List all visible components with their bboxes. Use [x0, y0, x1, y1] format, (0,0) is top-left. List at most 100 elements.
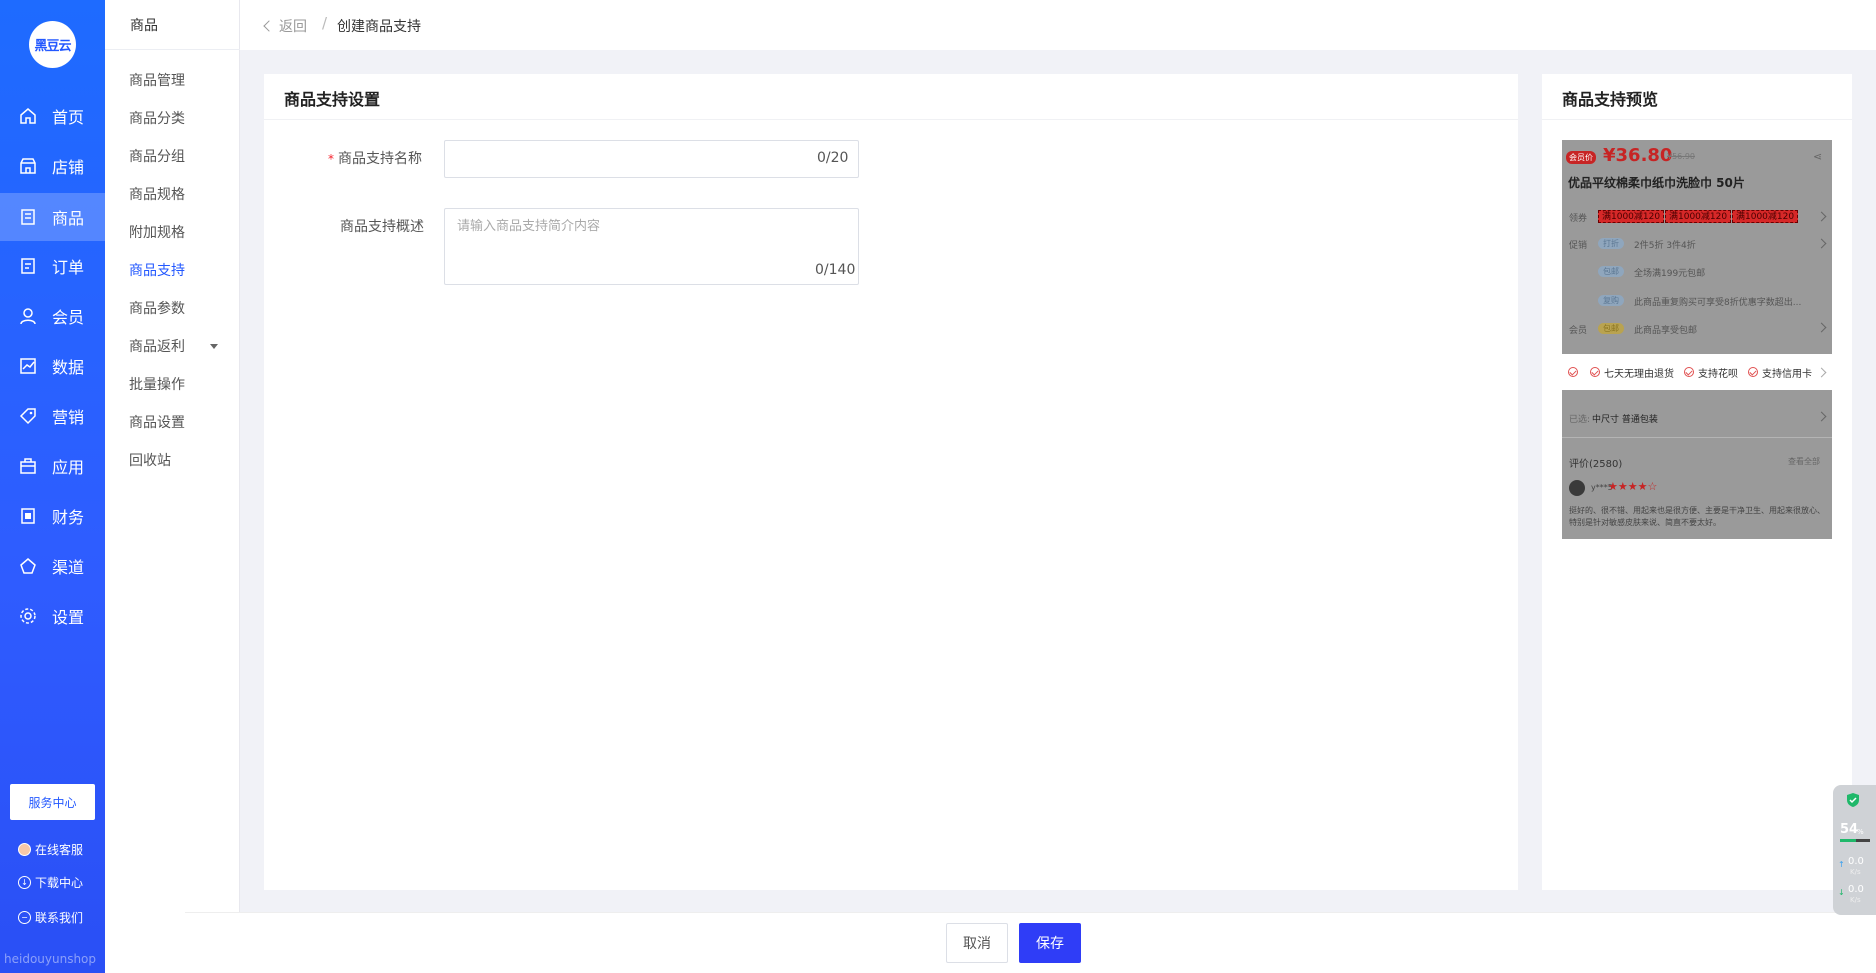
- nav-item-label: 营销: [52, 408, 85, 427]
- contact-us-link[interactable]: − 联系我们: [18, 909, 103, 926]
- store-icon: [18, 156, 38, 176]
- download-center-link[interactable]: ↓ 下载中心: [18, 874, 103, 891]
- upload-arrow-icon: ↑: [1838, 860, 1845, 869]
- subnav-item-goods-group[interactable]: 商品分组: [129, 146, 185, 166]
- nav-item-home[interactable]: 首页: [0, 93, 105, 139]
- nav-item-settings[interactable]: 设置: [0, 593, 105, 639]
- desc-placeholder: 请输入商品支持简介内容: [457, 219, 601, 234]
- promo-pill: 打折: [1598, 238, 1624, 249]
- nav-item-finance[interactable]: 财务: [0, 493, 105, 539]
- breadcrumb-separator: /: [322, 14, 328, 32]
- divider: [1542, 119, 1852, 120]
- review-view-all: 查看全部: [1788, 457, 1820, 466]
- tag-icon: [18, 406, 38, 426]
- promo-text: 全场满199元包邮: [1634, 269, 1706, 279]
- nav-item-label: 设置: [52, 608, 85, 627]
- download-arrow-icon: ↓: [1838, 888, 1845, 897]
- net-percent-unit: %: [1857, 828, 1864, 836]
- order-icon: [18, 256, 38, 276]
- member-text: 此商品享受包邮: [1634, 326, 1698, 336]
- subnav-item-goods-settings[interactable]: 商品设置: [129, 412, 185, 432]
- check-circle-icon: [1684, 367, 1694, 377]
- coupon-chip: 满1000减120: [1598, 210, 1665, 223]
- service-center-button[interactable]: 服务中心: [10, 784, 95, 820]
- app-icon: [18, 456, 38, 476]
- subnav-item-goods-params[interactable]: 商品参数: [129, 298, 185, 318]
- goods-icon: [18, 207, 38, 227]
- member-pill: 包邮: [1598, 323, 1624, 334]
- check-circle-icon: [1590, 367, 1600, 377]
- share-icon: ⋖: [1813, 150, 1823, 163]
- nav-item-channels[interactable]: 渠道: [0, 543, 105, 589]
- subnav-item-goods-support[interactable]: 商品支持: [129, 260, 185, 280]
- form-card: [264, 74, 1518, 890]
- nav-item-apps[interactable]: 应用: [0, 443, 105, 489]
- top-bar: [240, 0, 1876, 50]
- nav-item-label: 店铺: [52, 158, 85, 177]
- nav-item-orders[interactable]: 订单: [0, 243, 105, 289]
- nav-item-label: 首页: [52, 108, 85, 127]
- chevron-left-icon: [263, 20, 275, 32]
- divider: [105, 49, 240, 50]
- online-support-link[interactable]: 在线客服: [18, 841, 103, 858]
- nav-item-goods[interactable]: 商品: [0, 193, 105, 241]
- check-circle-icon: [1748, 367, 1758, 377]
- subnav-item-extra-spec[interactable]: 附加规格: [129, 222, 185, 242]
- chevron-down-icon[interactable]: [210, 344, 218, 349]
- nav-item-label: 会员: [52, 308, 85, 327]
- review-text: 挺好的、很不错、用起来也是很方便、主要是干净卫生、用起来很放心、特别是针对敏感皮…: [1569, 506, 1825, 527]
- promo-pill: 复购: [1598, 295, 1624, 306]
- subnav-item-goods-manage[interactable]: 商品管理: [129, 70, 185, 90]
- name-char-counter: 0/20: [817, 150, 849, 166]
- breadcrumb-current: 创建商品支持: [337, 19, 421, 35]
- nav-item-members[interactable]: 会员: [0, 293, 105, 339]
- form-card-title: 商品支持设置: [284, 90, 381, 109]
- save-button[interactable]: 保存: [1019, 923, 1081, 963]
- preview-product-name: 优品平纹棉柔巾纸巾洗脸巾 50片: [1568, 176, 1745, 190]
- net-usage-bar: [1840, 839, 1870, 842]
- brand-logo[interactable]: 黑豆云: [29, 21, 76, 68]
- subnav-item-goods-category[interactable]: 商品分类: [129, 108, 185, 128]
- support-avatar-icon: [18, 843, 31, 856]
- member-label: 会员: [1569, 326, 1588, 336]
- upload-speed: 0.0: [1848, 856, 1864, 867]
- home-icon: [18, 106, 38, 126]
- member-icon: [18, 306, 38, 326]
- preview-card-title: 商品支持预览: [1562, 90, 1659, 109]
- selected-label: 已选:: [1569, 415, 1591, 425]
- rail-link-label: 下载中心: [35, 876, 84, 890]
- reviewer-avatar: [1569, 480, 1585, 496]
- check-circle-icon: [1568, 367, 1578, 377]
- nav-item-label: 订单: [52, 258, 85, 277]
- rail-link-label: 联系我们: [35, 911, 84, 925]
- net-percent: 54: [1840, 822, 1859, 837]
- desc-field-label: 商品支持概述: [340, 219, 424, 235]
- support-badge: 支持信用卡: [1762, 368, 1812, 380]
- nav-item-marketing[interactable]: 营销: [0, 393, 105, 439]
- back-label: 返回: [279, 19, 307, 35]
- channel-icon: [18, 556, 38, 576]
- download-unit: K/s: [1850, 896, 1861, 904]
- support-badge: 七天无理由退货: [1604, 368, 1674, 380]
- member-price-tag: 会员价: [1566, 151, 1596, 164]
- nav-item-data[interactable]: 数据: [0, 343, 105, 389]
- subnav-item-goods-spec[interactable]: 商品规格: [129, 184, 185, 204]
- back-link[interactable]: 返回: [263, 16, 307, 36]
- upload-unit: K/s: [1850, 868, 1861, 876]
- subnav-item-recycle-bin[interactable]: 回收站: [129, 450, 171, 470]
- promo-pill: 包邮: [1598, 266, 1624, 277]
- name-field-label: * 商品支持名称: [328, 148, 422, 168]
- rail-link-label: 在线客服: [35, 843, 84, 857]
- promo-label: 促销: [1569, 241, 1588, 251]
- cancel-button[interactable]: 取消: [946, 923, 1008, 963]
- name-field-label-text: 商品支持名称: [338, 151, 422, 167]
- subnav-item-batch-ops[interactable]: 批量操作: [129, 374, 185, 394]
- desc-char-counter: 0/140: [815, 262, 856, 278]
- nav-item-store[interactable]: 店铺: [0, 143, 105, 189]
- divider: [264, 119, 1518, 120]
- divider: [1562, 437, 1832, 438]
- subnav-item-goods-rebate[interactable]: 商品返利: [129, 336, 185, 356]
- coupon-chip: 满1000减120: [1665, 210, 1732, 223]
- support-name-input[interactable]: [444, 140, 859, 178]
- coupon-label: 领券: [1569, 214, 1588, 224]
